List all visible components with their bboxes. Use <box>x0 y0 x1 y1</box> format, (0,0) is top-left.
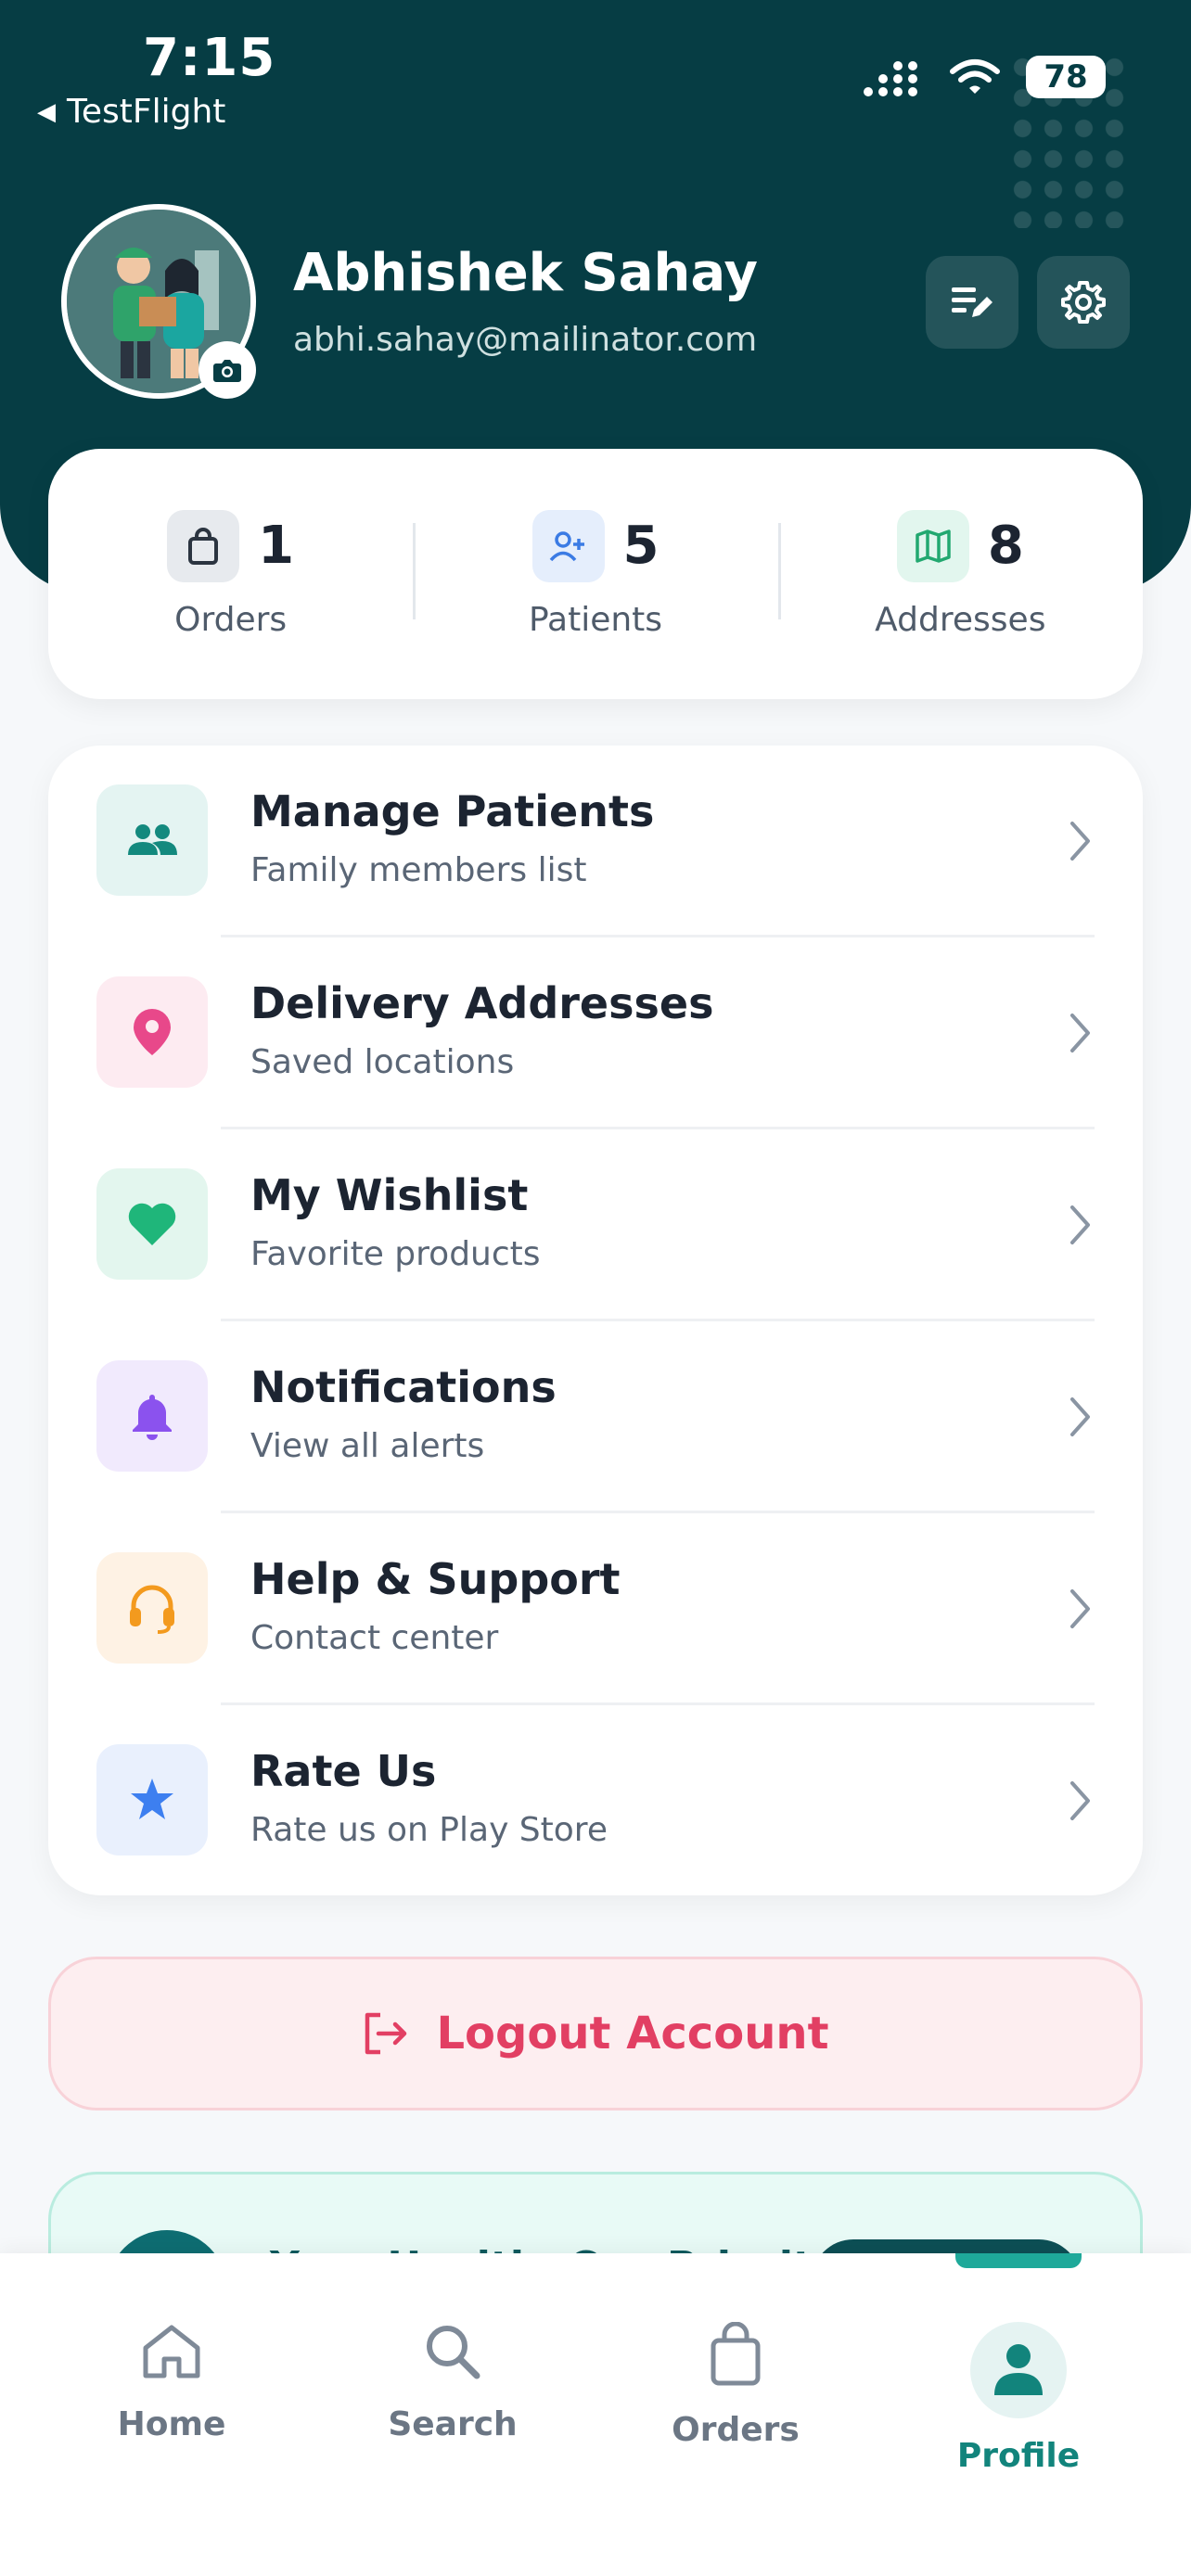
status-indicators: 78 <box>863 56 1106 98</box>
profile-menu: Manage Patients Family members list Deli… <box>48 746 1143 1895</box>
menu-subtitle: Family members list <box>250 851 587 889</box>
patients-count: 5 <box>622 516 660 576</box>
menu-item-notifications[interactable]: Notifications View all alerts <box>48 1321 1143 1513</box>
location-pin-icon <box>96 976 208 1088</box>
settings-button[interactable] <box>1037 256 1130 349</box>
menu-title: Rate Us <box>250 1746 437 1796</box>
orders-label: Orders <box>174 600 288 639</box>
chevron-right-icon <box>1070 822 1090 861</box>
menu-item-rate-us[interactable]: Rate Us Rate us on Play Store <box>48 1705 1143 1897</box>
logout-button[interactable]: Logout Account <box>48 1957 1143 2111</box>
shopping-bag-icon <box>167 509 240 582</box>
menu-item-help-support[interactable]: Help & Support Contact center <box>48 1513 1143 1705</box>
menu-item-wishlist[interactable]: My Wishlist Favorite products <box>48 1129 1143 1321</box>
signal-icon <box>864 61 917 96</box>
star-icon <box>96 1744 208 1855</box>
menu-subtitle: Contact center <box>250 1619 499 1657</box>
nav-orders[interactable]: Orders <box>634 2322 838 2449</box>
nav-home[interactable]: Home <box>70 2322 274 2443</box>
menu-item-manage-patients[interactable]: Manage Patients Family members list <box>48 746 1143 937</box>
menu-title: Help & Support <box>250 1554 621 1604</box>
back-app-label: TestFlight <box>67 93 226 131</box>
menu-subtitle: View all alerts <box>250 1427 485 1465</box>
menu-item-delivery-addresses[interactable]: Delivery Addresses Saved locations <box>48 937 1143 1129</box>
status-time: 7:15 <box>143 28 276 88</box>
people-icon <box>96 784 208 896</box>
battery-level: 78 <box>1044 58 1088 96</box>
active-tab-indicator <box>955 2253 1082 2268</box>
nav-label: Orders <box>672 2411 800 2449</box>
stat-patients[interactable]: 5 Patients <box>413 509 777 639</box>
menu-subtitle: Favorite products <box>250 1235 541 1273</box>
chevron-right-icon <box>1070 1397 1090 1436</box>
person-icon <box>994 2344 1043 2395</box>
edit-profile-button[interactable] <box>926 256 1018 349</box>
addresses-label: Addresses <box>875 600 1046 639</box>
edit-list-icon <box>952 287 992 317</box>
search-icon <box>427 2326 480 2379</box>
logout-label: Logout Account <box>436 2008 829 2060</box>
patients-label: Patients <box>528 600 663 639</box>
bell-icon <box>96 1360 208 1472</box>
chevron-right-icon <box>1070 1014 1090 1052</box>
stat-addresses[interactable]: 8 Addresses <box>777 509 1143 639</box>
bottom-navigation: Home Search Orders Profile <box>0 2253 1191 2576</box>
menu-subtitle: Rate us on Play Store <box>250 1811 608 1849</box>
nav-label: Profile <box>956 2437 1081 2475</box>
orders-count: 1 <box>258 516 295 576</box>
user-name: Abhishek Sahay <box>293 243 758 303</box>
addresses-count: 8 <box>987 516 1024 576</box>
heart-icon <box>96 1168 208 1280</box>
menu-title: Delivery Addresses <box>250 978 714 1028</box>
nav-profile[interactable]: Profile <box>916 2322 1121 2475</box>
back-to-app-link[interactable]: ◀ TestFlight <box>37 93 225 131</box>
chevron-right-icon <box>1070 1781 1090 1820</box>
wifi-icon <box>950 59 1000 94</box>
map-icon <box>896 509 969 582</box>
menu-title: My Wishlist <box>250 1170 529 1220</box>
nav-label: Search <box>388 2405 518 2443</box>
shopping-bag-icon <box>711 2322 761 2386</box>
menu-title: Manage Patients <box>250 786 655 836</box>
change-photo-button[interactable] <box>198 341 256 399</box>
menu-title: Notifications <box>250 1362 557 1412</box>
menu-subtitle: Saved locations <box>250 1043 515 1081</box>
active-icon-background <box>970 2322 1067 2418</box>
chevron-right-icon <box>1070 1589 1090 1628</box>
chevron-right-icon <box>1070 1205 1090 1244</box>
headset-icon <box>96 1552 208 1664</box>
nav-search[interactable]: Search <box>351 2322 555 2443</box>
logout-icon <box>365 2012 407 2055</box>
stat-orders[interactable]: 1 Orders <box>48 509 413 639</box>
home-icon <box>143 2325 200 2378</box>
user-plus-icon <box>531 509 605 582</box>
battery-indicator: 78 <box>1026 56 1106 98</box>
camera-icon <box>213 360 241 382</box>
gear-icon <box>1061 281 1106 324</box>
back-triangle-icon: ◀ <box>37 97 56 126</box>
stats-card: 1 Orders 5 Patients 8 Addresses <box>48 449 1143 699</box>
user-email: abhi.sahay@mailinator.com <box>293 321 758 359</box>
nav-label: Home <box>117 2405 226 2443</box>
